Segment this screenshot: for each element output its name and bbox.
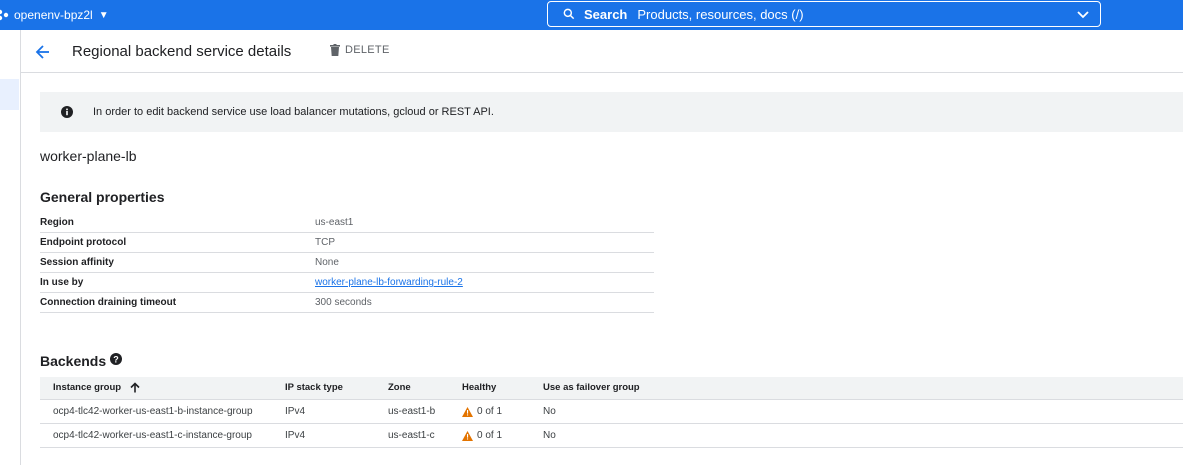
backends-table: Instance group IP stack type Zone Health… xyxy=(40,377,1183,448)
property-value: TCP xyxy=(315,237,335,248)
column-header-healthy[interactable]: Healthy xyxy=(462,382,496,393)
arrow-up-icon[interactable] xyxy=(130,382,140,393)
property-row: Connection draining timeout 300 seconds xyxy=(40,293,654,313)
ip-stack-cell: IPv4 xyxy=(285,430,306,441)
zone-cell: us-east1-c xyxy=(388,430,435,441)
ip-stack-cell: IPv4 xyxy=(285,406,306,417)
project-selector[interactable]: openenv-bpz2l ▼ xyxy=(0,0,109,30)
properties-table: Region us-east1 Endpoint protocol TCP Se… xyxy=(40,213,654,313)
property-key: Region xyxy=(40,217,74,228)
property-value: us-east1 xyxy=(315,217,354,228)
property-key: Endpoint protocol xyxy=(40,237,127,248)
chevron-down-icon[interactable] xyxy=(1076,8,1090,22)
top-bar: openenv-bpz2l ▼ Search Products, resourc… xyxy=(0,0,1183,30)
page-title: Regional backend service details xyxy=(72,43,292,60)
table-row: ocp4-tlc42-worker-us-east1-b-instance-gr… xyxy=(40,400,1183,424)
search-box[interactable]: Search Products, resources, docs (/) xyxy=(547,1,1101,27)
column-label: Instance group xyxy=(53,382,122,394)
zone-cell: us-east1-b xyxy=(388,406,436,417)
banner-text: In order to edit backend service use loa… xyxy=(93,106,494,118)
failover-cell: No xyxy=(543,406,556,417)
warning-icon xyxy=(462,430,473,441)
delete-button[interactable]: DELETE xyxy=(330,44,390,56)
table-header: Instance group IP stack type Zone Health… xyxy=(40,377,1183,400)
column-header-zone[interactable]: Zone xyxy=(388,382,411,393)
property-row: Session affinity None xyxy=(40,253,654,273)
general-properties-title: General properties xyxy=(40,189,165,205)
column-header-failover[interactable]: Use as failover group xyxy=(543,382,640,393)
column-header-ip-stack[interactable]: IP stack type xyxy=(285,382,343,393)
property-key: Session affinity xyxy=(40,257,114,268)
property-key: In use by xyxy=(40,277,84,288)
property-row: Endpoint protocol TCP xyxy=(40,233,654,253)
service-name: worker-plane-lb xyxy=(40,148,137,164)
property-value: 300 seconds xyxy=(315,297,372,308)
search-icon xyxy=(563,8,575,20)
project-dots-icon xyxy=(0,0,12,30)
search-label: Search xyxy=(584,6,628,22)
caret-down-icon: ▼ xyxy=(98,9,109,21)
svg-text:?: ? xyxy=(113,354,119,364)
project-name: openenv-bpz2l xyxy=(14,8,93,22)
forwarding-rule-link[interactable]: worker-plane-lb-forwarding-rule-2 xyxy=(315,277,463,288)
healthy-cell: 0 of 1 xyxy=(462,406,502,417)
page-header: Regional backend service details DELETE xyxy=(21,30,1183,73)
delete-label: DELETE xyxy=(345,44,390,56)
failover-cell: No xyxy=(543,430,556,441)
help-icon[interactable]: ? xyxy=(110,353,122,365)
arrow-back-icon[interactable] xyxy=(35,44,51,60)
warning-icon xyxy=(462,406,473,417)
healthy-value: 0 of 1 xyxy=(477,406,503,417)
property-value: None xyxy=(315,257,339,268)
table-row: ocp4-tlc42-worker-us-east1-c-instance-gr… xyxy=(40,424,1183,448)
rail-active-item[interactable] xyxy=(0,79,19,110)
column-header-instance-group[interactable]: Instance group xyxy=(53,382,140,393)
healthy-value: 0 of 1 xyxy=(477,430,503,441)
instance-group-cell: ocp4-tlc42-worker-us-east1-c-instance-gr… xyxy=(53,430,252,441)
search-input[interactable]: Products, resources, docs (/) xyxy=(637,7,803,22)
trash-icon xyxy=(330,44,340,56)
property-key: Connection draining timeout xyxy=(40,297,177,308)
info-icon xyxy=(61,106,73,118)
instance-group-cell: ocp4-tlc42-worker-us-east1-b-instance-gr… xyxy=(53,406,253,417)
property-row: In use by worker-plane-lb-forwarding-rul… xyxy=(40,273,654,293)
backends-title: Backends xyxy=(40,353,107,369)
healthy-cell: 0 of 1 xyxy=(462,430,502,441)
property-row: Region us-east1 xyxy=(40,213,654,233)
info-banner: In order to edit backend service use loa… xyxy=(40,92,1183,132)
